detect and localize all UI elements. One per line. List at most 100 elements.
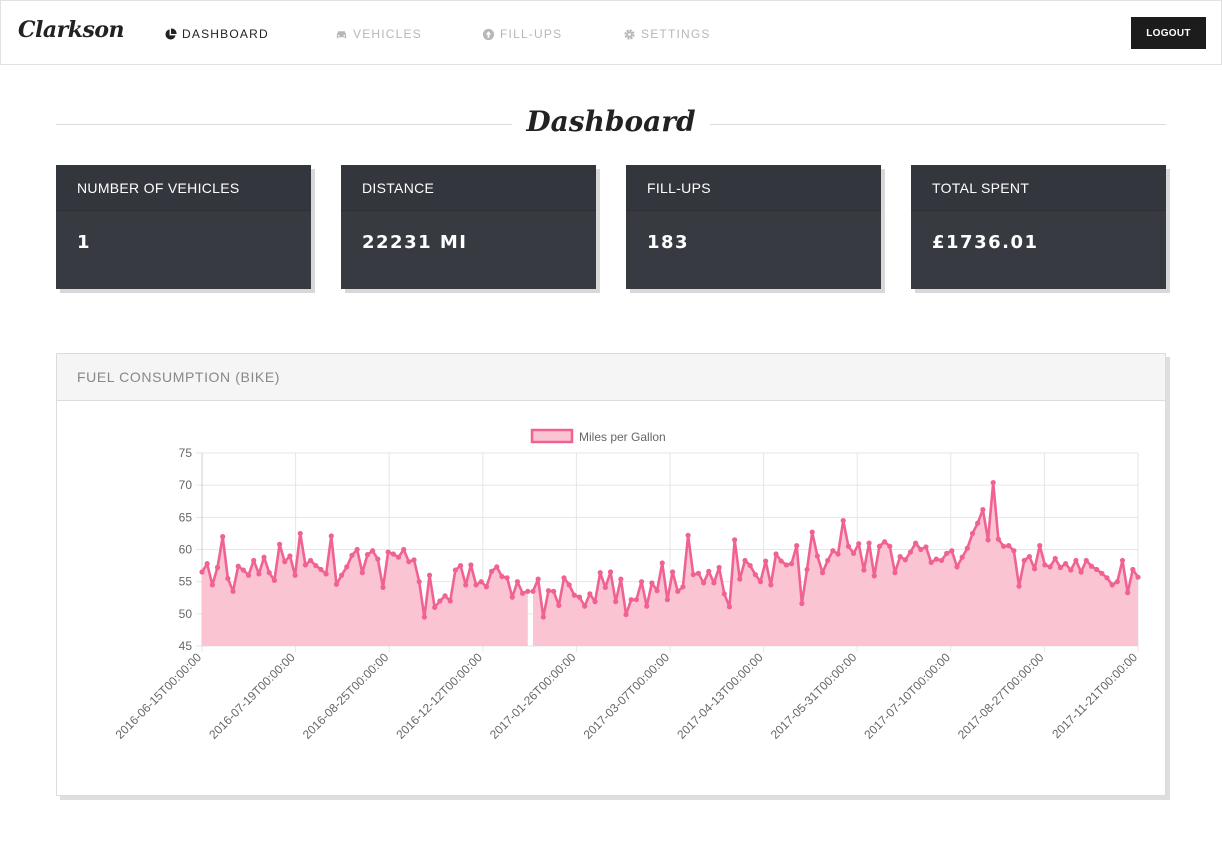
data-point bbox=[742, 557, 748, 564]
data-point bbox=[845, 543, 852, 549]
stat-card-value: £1736.01 bbox=[932, 232, 1039, 253]
data-point bbox=[514, 579, 521, 585]
data-point bbox=[804, 566, 810, 573]
data-point bbox=[390, 551, 396, 557]
logout-button[interactable]: LOGOUT bbox=[1131, 17, 1206, 49]
data-point bbox=[706, 568, 712, 574]
data-point bbox=[540, 614, 546, 620]
data-point bbox=[1078, 569, 1084, 575]
legend-label: Miles per Gallon bbox=[579, 430, 666, 444]
data-point bbox=[344, 564, 350, 570]
data-point bbox=[1042, 562, 1048, 568]
nav-vehicles[interactable]: VEHICLES bbox=[335, 25, 422, 43]
data-point bbox=[1119, 557, 1126, 564]
data-point bbox=[644, 603, 650, 609]
data-point bbox=[292, 572, 298, 578]
data-point bbox=[1026, 553, 1033, 560]
data-point bbox=[551, 588, 557, 594]
data-point bbox=[545, 588, 552, 594]
data-point bbox=[944, 550, 950, 556]
data-point bbox=[685, 532, 691, 538]
stat-card-total-spent: TOTAL SPENT £1736.01 bbox=[911, 165, 1166, 289]
data-point bbox=[995, 536, 1001, 542]
data-point bbox=[721, 591, 727, 597]
data-point bbox=[437, 598, 443, 604]
y-tick-label: 70 bbox=[179, 478, 193, 492]
data-point bbox=[483, 584, 490, 590]
brand-logo[interactable]: Clarkson bbox=[18, 17, 125, 43]
data-point bbox=[1094, 566, 1100, 573]
data-point bbox=[680, 584, 686, 590]
data-point bbox=[1063, 561, 1069, 567]
data-point bbox=[876, 543, 883, 549]
top-navbar: Clarkson DASHBOARD VEHICLES FILL-UPS SET… bbox=[0, 0, 1222, 65]
data-point bbox=[1057, 564, 1064, 571]
data-point bbox=[923, 544, 929, 550]
data-point bbox=[411, 557, 417, 563]
data-point bbox=[825, 557, 831, 564]
stat-card-distance: DISTANCE 22231 MI bbox=[341, 165, 596, 289]
data-point bbox=[726, 604, 733, 610]
data-point bbox=[302, 562, 309, 568]
nav-fill-ups[interactable]: FILL-UPS bbox=[482, 25, 562, 43]
data-point bbox=[1088, 563, 1095, 569]
fuel-consumption-chart[interactable]: 45 50 55 60 65 70 75 2016-06-15T00:00:00 2016-07… bbox=[57, 354, 1167, 797]
data-point bbox=[711, 580, 717, 586]
data-point bbox=[835, 551, 841, 557]
data-point bbox=[364, 552, 371, 558]
data-point bbox=[235, 563, 241, 569]
data-point bbox=[964, 545, 970, 551]
x-tick-label: 2016-12-12T00:00:00 bbox=[393, 650, 485, 742]
gear-icon bbox=[624, 28, 635, 40]
data-point bbox=[638, 579, 645, 585]
data-point bbox=[1052, 555, 1058, 562]
pie-chart-icon bbox=[165, 27, 177, 40]
data-point bbox=[607, 569, 614, 575]
data-point bbox=[566, 582, 572, 588]
y-tick-label: 45 bbox=[179, 639, 193, 653]
x-tick-label: 2017-11-21T00:00:00 bbox=[1049, 650, 1140, 741]
data-point bbox=[447, 598, 453, 604]
data-point bbox=[633, 597, 639, 603]
data-point bbox=[856, 541, 862, 547]
x-tick-label: 2016-08-25T00:00:00 bbox=[300, 650, 392, 742]
data-point bbox=[204, 561, 210, 567]
data-point bbox=[819, 570, 826, 576]
data-point bbox=[488, 568, 495, 574]
data-point bbox=[897, 553, 903, 560]
data-point bbox=[1021, 557, 1027, 564]
data-point bbox=[1016, 583, 1022, 589]
data-point bbox=[556, 602, 562, 609]
data-point bbox=[463, 582, 469, 588]
data-point bbox=[623, 611, 629, 618]
stat-card-vehicles: NUMBER OF VEHICLES 1 bbox=[56, 165, 311, 289]
data-point bbox=[732, 537, 738, 543]
stat-card-label: TOTAL SPENT bbox=[911, 165, 1166, 211]
data-point bbox=[628, 597, 634, 603]
data-point bbox=[339, 572, 345, 578]
nav-dashboard[interactable]: DASHBOARD bbox=[164, 25, 269, 43]
data-point bbox=[768, 582, 774, 588]
data-point bbox=[307, 557, 314, 564]
data-point bbox=[499, 573, 505, 580]
data-point bbox=[830, 548, 836, 554]
data-point bbox=[209, 582, 215, 588]
data-point bbox=[245, 572, 252, 578]
legend-swatch bbox=[530, 428, 574, 444]
data-point bbox=[349, 552, 355, 558]
data-point bbox=[1073, 557, 1079, 564]
data-point bbox=[980, 507, 986, 513]
nav-settings[interactable]: SETTINGS bbox=[623, 25, 711, 43]
page-title: Dashboard bbox=[0, 105, 1222, 138]
data-point bbox=[969, 530, 976, 537]
data-point bbox=[401, 546, 407, 553]
data-point bbox=[468, 562, 474, 568]
data-point bbox=[1104, 575, 1110, 581]
data-point bbox=[882, 539, 888, 545]
data-point bbox=[1000, 543, 1007, 549]
data-point bbox=[582, 603, 588, 609]
fuel-consumption-panel: FUEL CONSUMPTION (BIKE) 45 50 55 60 65 70 75 20… bbox=[56, 353, 1166, 796]
nav-settings-label: SETTINGS bbox=[641, 27, 711, 41]
data-point bbox=[457, 562, 464, 569]
data-point bbox=[737, 576, 743, 582]
